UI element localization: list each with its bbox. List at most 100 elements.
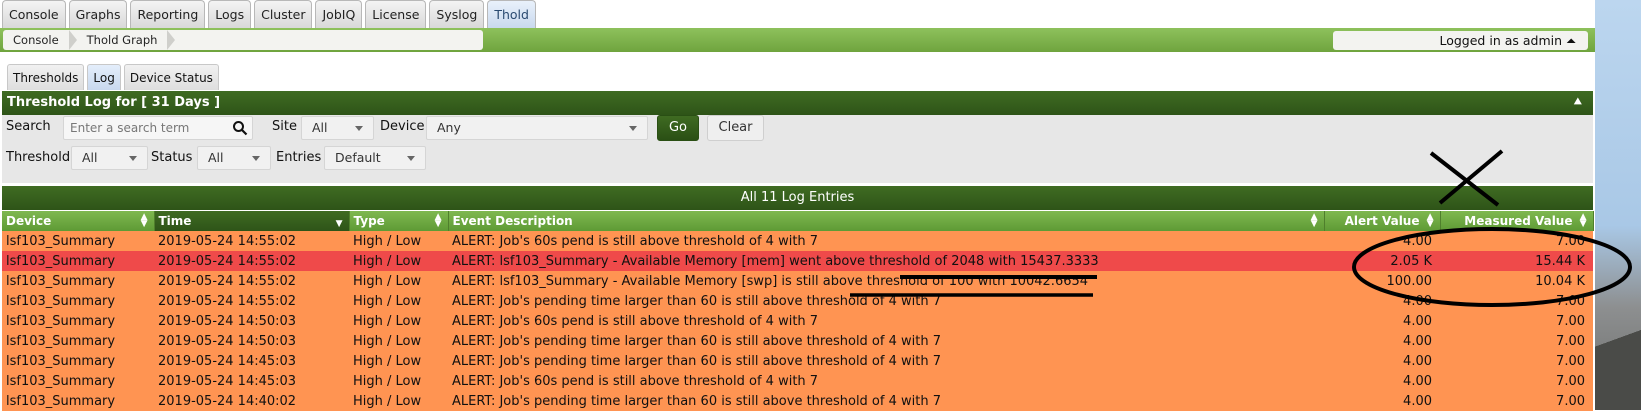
cell-device: lsf103_Summary <box>2 311 154 331</box>
search-icon[interactable] <box>232 120 248 136</box>
table-row[interactable]: lsf103_Summary 2019-05-24 14:50:03 High / … <box>2 311 1593 331</box>
table-row[interactable]: lsf103_Summary 2019-05-24 14:50:03 High / … <box>2 331 1593 351</box>
background-landscape <box>1595 0 1641 410</box>
tab-reporting[interactable]: Reporting <box>130 0 206 28</box>
tab-jobiq[interactable]: JobIQ <box>315 0 363 28</box>
sort-icon: ▲ ▼ <box>1310 212 1318 229</box>
column-header-device[interactable]: Device ▲ ▼ <box>2 211 155 231</box>
cell-event-description: ALERT: lsf103_Summary - Available Memory… <box>448 271 1324 291</box>
cell-type: High / Low <box>349 391 448 411</box>
status-label: Status <box>151 150 193 165</box>
tab-console[interactable]: Console <box>2 0 66 28</box>
tab-cluster[interactable]: Cluster <box>254 0 313 28</box>
status-select[interactable]: All <box>197 146 271 170</box>
entries-label: Entries <box>276 150 322 165</box>
subtab-thresholds[interactable]: Thresholds <box>7 64 85 90</box>
sort-icon: ▲ ▼ <box>1426 212 1434 229</box>
cell-type: High / Low <box>349 251 448 271</box>
subtab-device-status[interactable]: Device Status <box>123 64 219 90</box>
clear-button[interactable]: Clear <box>707 115 764 141</box>
cell-device: lsf103_Summary <box>2 391 154 411</box>
breadcrumb: Console Thold Graph <box>3 30 483 50</box>
cell-time: 2019-05-24 14:45:03 <box>154 371 349 391</box>
column-header-measured-value[interactable]: Measured Value ▲ ▼ <box>1440 211 1594 231</box>
chevron-down-icon <box>129 156 137 161</box>
site-label: Site <box>272 119 297 134</box>
tab-syslog[interactable]: Syslog <box>429 0 485 28</box>
tab-logs[interactable]: Logs <box>208 0 252 28</box>
cell-device: lsf103_Summary <box>2 291 154 311</box>
cell-event-description: ALERT: lsf103_Summary - Available Memory… <box>448 251 1324 271</box>
chevron-down-icon <box>629 126 637 131</box>
cell-event-description: ALERT: Job's pending time larger than 60… <box>448 351 1324 371</box>
column-header-alert-value[interactable]: Alert Value ▲ ▼ <box>1324 211 1441 231</box>
sub-tabs: Thresholds Log Device Status <box>7 64 222 90</box>
cell-time: 2019-05-24 14:55:02 <box>154 231 349 251</box>
column-label: Device <box>6 214 52 228</box>
go-button[interactable]: Go <box>657 115 699 141</box>
subtab-log[interactable]: Log <box>87 64 121 90</box>
table-row[interactable]: lsf103_Summary 2019-05-24 14:40:02 High / … <box>2 391 1593 411</box>
table-row[interactable]: lsf103_Summary 2019-05-24 14:55:02 High / … <box>2 231 1593 251</box>
cell-event-description: ALERT: Job's 60s pend is still above thr… <box>448 231 1324 251</box>
entries-select-value: Default <box>335 150 381 165</box>
login-status[interactable]: Logged in as admin ⏶ <box>1333 31 1588 50</box>
breadcrumb-console[interactable]: Console <box>3 30 77 50</box>
site-select-value: All <box>312 120 328 135</box>
cell-time: 2019-05-24 14:50:03 <box>154 331 349 351</box>
cell-alert-value: 4.00 <box>1324 371 1440 391</box>
cell-device: lsf103_Summary <box>2 331 154 351</box>
search-input[interactable]: Enter a search term <box>63 116 253 140</box>
table-row[interactable]: lsf103_Summary 2019-05-24 14:55:02 High / … <box>2 251 1593 271</box>
cell-measured-value: 7.00 <box>1440 391 1593 411</box>
column-header-time[interactable]: Time ▼ <box>154 211 350 231</box>
log-table: Device ▲ ▼ Time ▼ Type ▲ ▼ Event Description ▲… <box>2 211 1594 411</box>
cell-device: lsf103_Summary <box>2 351 154 371</box>
search-placeholder: Enter a search term <box>70 121 190 135</box>
cell-alert-value: 4.00 <box>1324 291 1440 311</box>
threshold-label: Threshold <box>6 150 71 165</box>
table-row[interactable]: lsf103_Summary 2019-05-24 14:45:03 High / … <box>2 351 1593 371</box>
cell-alert-value: 4.00 <box>1324 351 1440 371</box>
cell-alert-value: 4.00 <box>1324 331 1440 351</box>
site-select[interactable]: All <box>301 116 374 140</box>
column-label: Type <box>353 214 385 228</box>
cell-event-description: ALERT: Job's 60s pend is still above thr… <box>448 371 1324 391</box>
tab-license[interactable]: License <box>365 0 427 28</box>
cell-type: High / Low <box>349 271 448 291</box>
cell-event-description: ALERT: Job's pending time larger than 60… <box>448 291 1324 311</box>
cell-measured-value: 7.00 <box>1440 291 1593 311</box>
breadcrumb-thold-graph[interactable]: Thold Graph <box>77 30 176 50</box>
threshold-select[interactable]: All <box>71 146 148 170</box>
device-select-value: Any <box>437 120 461 135</box>
table-row[interactable]: lsf103_Summary 2019-05-24 14:55:02 High / … <box>2 271 1593 291</box>
device-label: Device <box>380 119 425 134</box>
search-label: Search <box>6 119 51 134</box>
status-select-value: All <box>208 150 224 165</box>
tab-graphs[interactable]: Graphs <box>68 0 128 28</box>
table-row[interactable]: lsf103_Summary 2019-05-24 14:45:03 High / … <box>2 371 1593 391</box>
filter-area: Search Enter a search term Site All Devi… <box>2 115 1593 183</box>
double-chevron-up-icon[interactable]: ⯅ <box>1573 91 1583 115</box>
tab-thold[interactable]: Thold <box>487 0 536 28</box>
sort-icon: ▲ ▼ <box>140 212 148 229</box>
cell-measured-value: 7.00 <box>1440 331 1593 351</box>
entries-header: All 11 Log Entries <box>2 186 1593 210</box>
cell-device: lsf103_Summary <box>2 271 154 291</box>
cell-alert-value: 4.00 <box>1324 391 1440 411</box>
entries-select[interactable]: Default <box>324 146 426 170</box>
device-select[interactable]: Any <box>426 116 648 140</box>
cell-event-description: ALERT: Job's pending time larger than 60… <box>448 391 1324 411</box>
cell-device: lsf103_Summary <box>2 231 154 251</box>
threshold-select-value: All <box>82 150 98 165</box>
cell-type: High / Low <box>349 371 448 391</box>
chevron-down-icon <box>355 126 363 131</box>
cell-measured-value: 7.00 <box>1440 231 1593 251</box>
cell-time: 2019-05-24 14:50:03 <box>154 311 349 331</box>
column-header-type[interactable]: Type ▲ ▼ <box>349 211 449 231</box>
cell-type: High / Low <box>349 331 448 351</box>
chevron-down-icon <box>407 156 415 161</box>
column-header-event-description[interactable]: Event Description ▲ ▼ <box>448 211 1325 231</box>
column-label: Event Description <box>452 214 573 228</box>
table-row[interactable]: lsf103_Summary 2019-05-24 14:55:02 High / … <box>2 291 1593 311</box>
